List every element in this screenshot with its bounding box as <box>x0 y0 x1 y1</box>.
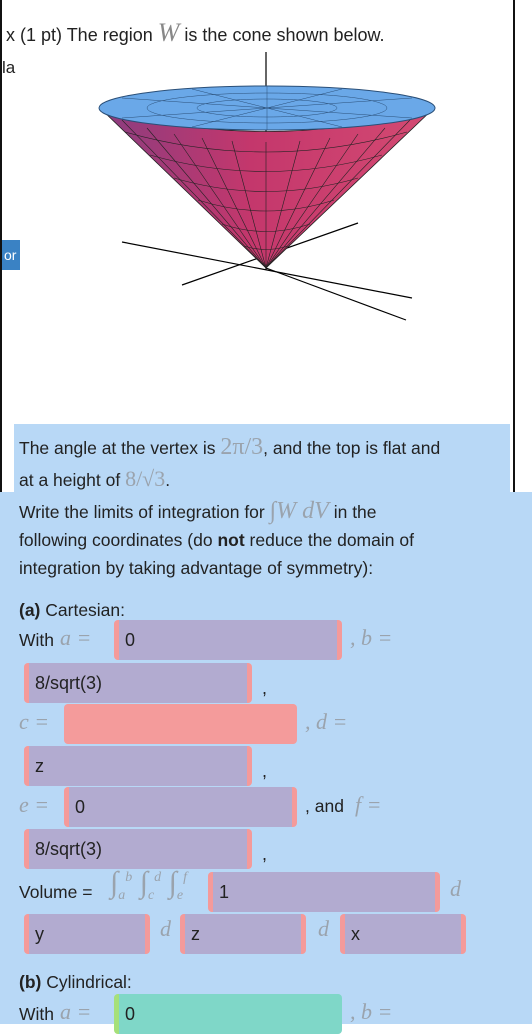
b-label: , b = <box>350 625 393 650</box>
d1-label: d <box>450 876 461 901</box>
d-upper-field[interactable]: z <box>24 746 252 786</box>
part-a-heading: (a) Cartesian: <box>19 600 126 620</box>
comma: , <box>262 844 268 864</box>
d3-var-field[interactable]: x <box>340 914 466 954</box>
with-label-b: With <box>19 1004 54 1024</box>
c-lower-field[interactable] <box>64 704 297 744</box>
e-lower-field[interactable]: 0 <box>64 787 297 827</box>
c-label: c = <box>19 709 50 734</box>
symmetry-line: integration by taking advantage of symme… <box>19 558 374 578</box>
e-label: e = <box>19 792 50 817</box>
d2-label: d <box>160 916 171 941</box>
f-upper-field[interactable]: 8/sqrt(3) <box>24 829 252 869</box>
f-label: f = <box>355 792 382 817</box>
d-label: , d = <box>305 709 348 734</box>
d3-label: d <box>318 916 329 941</box>
axis-line <box>265 267 407 321</box>
comma: , <box>262 678 268 698</box>
b-label-b: , b = <box>350 999 393 1024</box>
b-upper-field[interactable]: 8/sqrt(3) <box>24 663 252 703</box>
with-label: With <box>19 630 54 650</box>
coords-line: following coordinates (do not reduce the… <box>19 530 414 550</box>
a-lower-field[interactable]: 0 <box>114 620 342 660</box>
a-label: a = <box>60 625 92 650</box>
angle-line: The angle at the vertex is 2π/3, and the… <box>19 434 441 460</box>
side-tab[interactable]: or <box>2 240 20 270</box>
cone-figure <box>98 52 436 321</box>
limits-line: Write the limits of integration for ∫W d… <box>19 498 377 524</box>
height-line: at a height of 8/√3. <box>19 466 171 491</box>
integrand-field[interactable]: 1 <box>208 872 440 912</box>
d1-var-field[interactable]: y <box>24 914 150 954</box>
a-label-b: a = <box>60 999 92 1024</box>
comma: , <box>262 761 268 781</box>
side-label: la <box>2 58 16 77</box>
part-b-heading: (b) Cylindrical: <box>19 972 132 992</box>
and-label: , and <box>305 796 344 816</box>
d2-var-field[interactable]: z <box>180 914 306 954</box>
triple-integral-sign: ∫ab ∫cd ∫ef <box>110 866 187 903</box>
volume-label: Volume = <box>19 882 93 902</box>
a-lower-field-b[interactable]: 0 <box>114 994 342 1034</box>
